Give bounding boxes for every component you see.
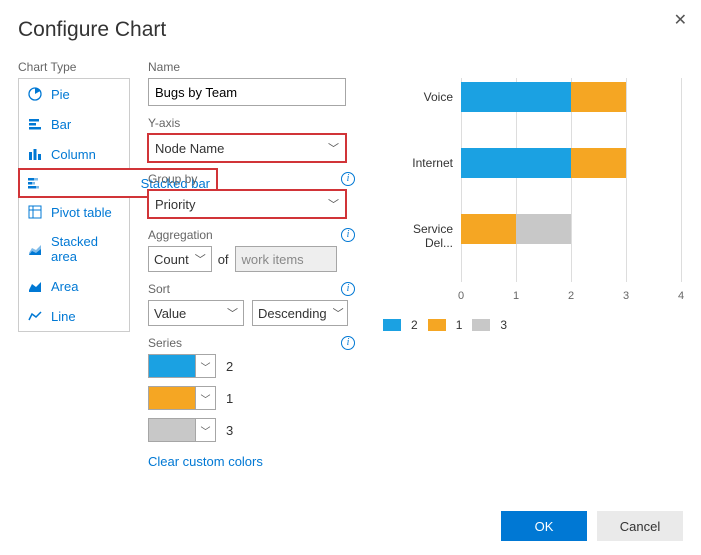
cancel-button[interactable]: Cancel xyxy=(597,511,683,541)
column-icon xyxy=(27,146,43,162)
chart-segment xyxy=(571,148,626,178)
pivot-icon xyxy=(27,204,43,220)
series-value-label: 1 xyxy=(226,391,233,406)
aggregation-label: Aggregation xyxy=(148,228,355,242)
chart-xtick: 1 xyxy=(513,290,519,302)
chart-segment xyxy=(461,148,571,178)
line-icon xyxy=(27,308,43,324)
chevron-down-icon: ﹀ xyxy=(227,305,238,321)
chart-xtick: 4 xyxy=(678,290,684,302)
series-value-label: 2 xyxy=(226,359,233,374)
groupby-value: Priority xyxy=(155,197,195,212)
chart-category-label: Voice xyxy=(383,90,453,104)
chart-bar-row xyxy=(461,82,626,112)
series-color-picker[interactable]: ﹀ xyxy=(148,354,216,378)
info-icon[interactable]: i xyxy=(341,282,355,296)
chart-type-label-text: Line xyxy=(51,309,76,324)
chart-type-label-text: Pivot table xyxy=(51,205,112,220)
chart-xtick: 3 xyxy=(623,290,629,302)
sort-direction-value: Descending xyxy=(258,306,327,321)
aggregation-select[interactable]: Count ﹀ xyxy=(148,246,212,272)
ok-button[interactable]: OK xyxy=(501,511,587,541)
chart-xtick: 0 xyxy=(458,290,464,302)
chevron-down-icon: ﹀ xyxy=(333,305,344,321)
close-icon[interactable]: ✕ xyxy=(674,10,687,30)
sort-field-select[interactable]: Value ﹀ xyxy=(148,300,244,326)
name-input[interactable] xyxy=(148,78,346,106)
area-icon xyxy=(27,278,43,294)
chart-type-label-text: Pie xyxy=(51,87,70,102)
legend-swatch xyxy=(428,319,446,331)
stacked-bar-icon xyxy=(26,175,42,191)
series-label: Series xyxy=(148,336,355,350)
bar-icon xyxy=(27,116,43,132)
aggregation-of-text: of xyxy=(218,252,229,267)
chart-preview: Voice Internet Service Del... 0 1 2 3 4 xyxy=(383,78,683,310)
chart-type-label-text: Bar xyxy=(51,117,71,132)
chart-segment xyxy=(571,82,626,112)
chart-type-label: Chart Type xyxy=(18,60,130,74)
series-color-picker[interactable]: ﹀ xyxy=(148,418,216,442)
series-item: ﹀ 3 xyxy=(148,418,355,442)
chevron-down-icon: ﹀ xyxy=(195,251,206,267)
series-item: ﹀ 2 xyxy=(148,354,355,378)
chart-bar-row xyxy=(461,214,571,244)
chart-type-stacked-area[interactable]: Stacked area xyxy=(19,227,129,271)
chart-category-label: Service Del... xyxy=(383,222,453,250)
legend-label: 2 xyxy=(411,318,418,332)
chart-type-column[interactable]: Column xyxy=(19,139,129,169)
yaxis-value: Node Name xyxy=(155,141,224,156)
dialog-title: Configure Chart xyxy=(18,18,683,42)
legend-swatch xyxy=(383,319,401,331)
chart-legend: 2 1 3 xyxy=(383,318,683,332)
series-color-picker[interactable]: ﹀ xyxy=(148,386,216,410)
chart-bar-row xyxy=(461,148,626,178)
legend-label: 3 xyxy=(500,318,507,332)
info-icon[interactable]: i xyxy=(341,336,355,350)
info-icon[interactable]: i xyxy=(341,172,355,186)
clear-colors-link[interactable]: Clear custom colors xyxy=(148,454,263,469)
info-icon[interactable]: i xyxy=(341,228,355,242)
aggregation-value: Count xyxy=(154,252,189,267)
groupby-label: Group by xyxy=(148,172,355,186)
chart-xtick: 2 xyxy=(568,290,574,302)
series-value-label: 3 xyxy=(226,423,233,438)
chart-type-pivot-table[interactable]: Pivot table xyxy=(19,197,129,227)
stacked-area-icon xyxy=(27,241,43,257)
chevron-down-icon: ﹀ xyxy=(328,140,339,156)
chart-type-line[interactable]: Line xyxy=(19,301,129,331)
groupby-select[interactable]: Priority ﹀ xyxy=(148,190,346,218)
sort-label: Sort xyxy=(148,282,355,296)
chart-segment xyxy=(461,214,516,244)
chart-type-label-text: Column xyxy=(51,147,96,162)
chart-category-label: Internet xyxy=(383,156,453,170)
chart-segment xyxy=(516,214,571,244)
sort-direction-select[interactable]: Descending ﹀ xyxy=(252,300,348,326)
aggregation-target: work items xyxy=(235,246,337,272)
chart-type-label-text: Stacked area xyxy=(51,234,121,264)
chart-type-list: Pie Bar Column Stacked bar Pivot table S… xyxy=(18,78,130,332)
chart-type-area[interactable]: Area xyxy=(19,271,129,301)
sort-field-value: Value xyxy=(154,306,186,321)
legend-swatch xyxy=(472,319,490,331)
yaxis-label: Y-axis xyxy=(148,116,355,130)
chart-type-pie[interactable]: Pie xyxy=(19,79,129,109)
series-item: ﹀ 1 xyxy=(148,386,355,410)
chevron-down-icon: ﹀ xyxy=(195,387,215,409)
yaxis-select[interactable]: Node Name ﹀ xyxy=(148,134,346,162)
chevron-down-icon: ﹀ xyxy=(328,196,339,212)
chart-type-bar[interactable]: Bar xyxy=(19,109,129,139)
chevron-down-icon: ﹀ xyxy=(195,419,215,441)
chevron-down-icon: ﹀ xyxy=(195,355,215,377)
chart-type-label-text: Area xyxy=(51,279,78,294)
legend-label: 1 xyxy=(456,318,463,332)
name-label: Name xyxy=(148,60,355,74)
chart-segment xyxy=(461,82,571,112)
pie-icon xyxy=(27,86,43,102)
